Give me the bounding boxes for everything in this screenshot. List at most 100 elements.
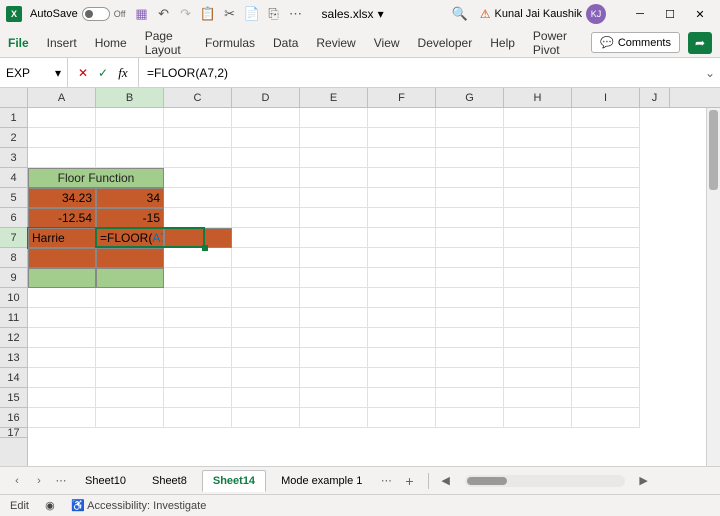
row-header-14[interactable]: 14 (0, 368, 27, 388)
qat-more-icon[interactable]: ⋯ (288, 6, 304, 22)
horizontal-scroll-thumb[interactable] (467, 477, 507, 485)
hscroll-left[interactable]: ◀ (437, 472, 455, 490)
autosave-switch[interactable] (82, 7, 110, 21)
row-header-7[interactable]: 7 (0, 228, 27, 248)
ribbon-tab-insert[interactable]: Insert (47, 32, 77, 54)
col-header-d[interactable]: D (232, 88, 300, 107)
cell-b6[interactable]: -15 (96, 208, 164, 228)
row-header-11[interactable]: 11 (0, 308, 27, 328)
cut-icon[interactable]: ✂ (222, 6, 238, 22)
col-header-c[interactable]: C (164, 88, 232, 107)
new-sheet-button[interactable]: + (399, 473, 419, 489)
cell-c7[interactable] (164, 228, 232, 248)
user-avatar: KJ (586, 4, 606, 24)
cell-a4-b4[interactable]: Floor Function (28, 168, 164, 188)
sheet-tab-mode-example[interactable]: Mode example 1 (270, 470, 373, 492)
autosave-state: Off (114, 9, 126, 19)
row-header-12[interactable]: 12 (0, 328, 27, 348)
status-mode: Edit (10, 500, 29, 512)
clipboard-icon[interactable]: 📋 (200, 6, 216, 22)
share-button[interactable]: ➦ (688, 32, 712, 54)
ribbon-tab-home[interactable]: Home (95, 32, 127, 54)
name-box[interactable]: EXP ▾ (0, 58, 68, 87)
user-name: Kunal Jai Kaushik (495, 8, 582, 20)
sheet-tab-sheet8[interactable]: Sheet8 (141, 470, 198, 492)
user-account[interactable]: ⚠ Kunal Jai Kaushik KJ (480, 4, 606, 24)
hscroll-right[interactable]: ▶ (635, 472, 653, 490)
formula-cancel-button[interactable]: ✕ (74, 64, 92, 82)
sheet-tab-sheet10[interactable]: Sheet10 (74, 470, 137, 492)
col-header-b[interactable]: B (96, 88, 164, 107)
col-header-a[interactable]: A (28, 88, 96, 107)
row-header-10[interactable]: 10 (0, 288, 27, 308)
accessibility-icon: ♿ (71, 500, 85, 512)
row-header-3[interactable]: 3 (0, 148, 27, 168)
filename-display[interactable]: sales.xlsx ▾ (322, 7, 384, 21)
row-header-2[interactable]: 2 (0, 128, 27, 148)
ribbon-tab-developer[interactable]: Developer (418, 32, 473, 54)
paste-icon[interactable]: 📄 (244, 6, 260, 22)
sheet-nav-next[interactable]: › (30, 472, 48, 490)
maximize-button[interactable]: ☐ (656, 2, 684, 26)
vertical-scrollbar[interactable] (706, 108, 720, 466)
row-header-8[interactable]: 8 (0, 248, 27, 268)
col-header-h[interactable]: H (504, 88, 572, 107)
cell-b7-editing[interactable]: =FLOOR(A7,2) (96, 228, 164, 248)
row-header-13[interactable]: 13 (0, 348, 27, 368)
row-header-16[interactable]: 16 (0, 408, 27, 428)
sheet-nav-prev[interactable]: ‹ (8, 472, 26, 490)
sheet-tab-sheet14[interactable]: Sheet14 (202, 470, 266, 492)
col-header-j[interactable]: J (640, 88, 670, 107)
cell-grid[interactable]: Floor Function 34.2334 -12.54-15 Harrie … (28, 108, 720, 466)
col-header-f[interactable]: F (368, 88, 436, 107)
row-header-4[interactable]: 4 (0, 168, 27, 188)
comments-button[interactable]: 💬 Comments (591, 32, 680, 53)
formula-enter-button[interactable]: ✓ (94, 64, 112, 82)
cell-a6[interactable]: -12.54 (28, 208, 96, 228)
row-header-1[interactable]: 1 (0, 108, 27, 128)
ribbon-tab-data[interactable]: Data (273, 32, 298, 54)
fill-handle[interactable] (202, 245, 208, 251)
cell-a7[interactable]: Harrie (28, 228, 96, 248)
search-icon[interactable]: 🔍 (452, 6, 468, 22)
save-icon[interactable]: ▦ (134, 6, 150, 22)
row-header-9[interactable]: 9 (0, 268, 27, 288)
row-header-5[interactable]: 5 (0, 188, 27, 208)
sheet-nav-more[interactable]: ⋯ (52, 472, 70, 490)
copy-icon[interactable]: ⎘ (266, 6, 282, 22)
select-all-corner[interactable] (0, 88, 28, 107)
ribbon-tab-help[interactable]: Help (490, 32, 515, 54)
sheet-tabs-more[interactable]: ⋯ (377, 472, 395, 490)
formula-input[interactable]: =FLOOR(A7,2) (139, 58, 700, 87)
col-header-i[interactable]: I (572, 88, 640, 107)
cell-b8[interactable] (96, 248, 164, 268)
autosave-toggle[interactable]: AutoSave Off (30, 7, 126, 21)
col-header-g[interactable]: G (436, 88, 504, 107)
accessibility-status[interactable]: ♿ Accessibility: Investigate (71, 499, 206, 512)
macro-record-icon[interactable]: ◉ (43, 499, 57, 513)
ribbon-tab-pagelayout[interactable]: Page Layout (145, 25, 187, 61)
autosave-label: AutoSave (30, 8, 78, 20)
cell-b5[interactable]: 34 (96, 188, 164, 208)
ribbon-tab-powerpivot[interactable]: Power Pivot (533, 25, 573, 61)
ribbon-tab-view[interactable]: View (374, 32, 400, 54)
minimize-button[interactable]: ─ (626, 2, 654, 26)
ribbon-tab-formulas[interactable]: Formulas (205, 32, 255, 54)
formula-expand-button[interactable]: ⌄ (700, 58, 720, 87)
vertical-scroll-thumb[interactable] (709, 110, 718, 190)
close-button[interactable]: ✕ (686, 2, 714, 26)
insert-function-button[interactable]: fx (114, 64, 132, 82)
ribbon-tab-review[interactable]: Review (316, 32, 355, 54)
cell-a8[interactable] (28, 248, 96, 268)
ribbon-tab-file[interactable]: File (8, 32, 29, 54)
row-header-15[interactable]: 15 (0, 388, 27, 408)
col-header-e[interactable]: E (300, 88, 368, 107)
redo-icon[interactable]: ↷ (178, 6, 194, 22)
undo-icon[interactable]: ↶ (156, 6, 172, 22)
cell-a9[interactable] (28, 268, 96, 288)
horizontal-scrollbar[interactable] (465, 475, 625, 487)
cell-a5[interactable]: 34.23 (28, 188, 96, 208)
row-header-17[interactable]: 17 (0, 428, 27, 438)
row-header-6[interactable]: 6 (0, 208, 27, 228)
cell-b9[interactable] (96, 268, 164, 288)
